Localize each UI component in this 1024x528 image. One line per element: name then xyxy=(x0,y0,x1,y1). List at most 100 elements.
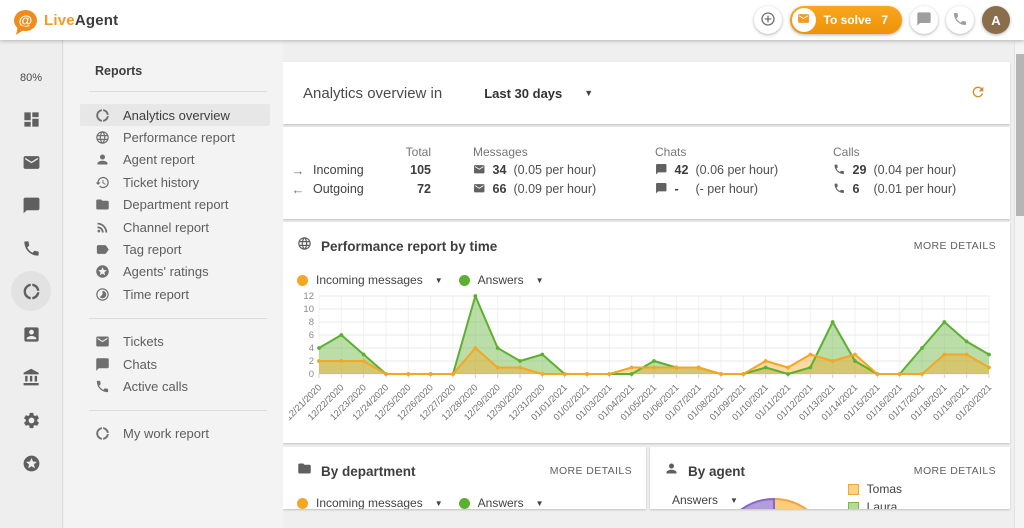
sidebar-item-ticket-history[interactable]: Ticket history xyxy=(80,171,270,193)
outgoing-calls-metric: 6 (0.01 per hour) xyxy=(833,182,1010,198)
star-circle-icon xyxy=(22,454,41,473)
date-range-select[interactable]: Last 30 days ▼ xyxy=(484,86,593,101)
outgoing-chats-metric: - (- per hour) xyxy=(655,182,833,198)
col-header-messages: Messages xyxy=(473,145,655,159)
sidebar-item-label: My work report xyxy=(123,426,209,441)
liveagent-logo[interactable]: @ LiveAgent xyxy=(14,10,118,31)
chevron-down-icon: ▼ xyxy=(584,88,593,98)
legend-dot xyxy=(459,275,470,286)
sidebar-item-tickets[interactable]: Tickets xyxy=(80,331,270,353)
incoming-messages-metric: 34 (0.05 per hour) xyxy=(473,163,655,179)
outgoing-arrow-icon: ← xyxy=(283,182,313,197)
legend-swatch xyxy=(848,484,859,495)
scrollbar-track[interactable] xyxy=(1014,42,1024,528)
chats-button[interactable] xyxy=(910,6,938,34)
row-label-incoming: Incoming xyxy=(313,163,391,177)
row-label-outgoing: Outgoing xyxy=(313,182,391,196)
time-icon xyxy=(95,286,111,302)
avatar[interactable]: A xyxy=(982,6,1010,34)
rail-item-dashboard[interactable] xyxy=(11,99,51,139)
sidebar-item-my-work-report[interactable]: My work report xyxy=(80,423,270,445)
incoming-arrow-icon: → xyxy=(283,163,313,178)
call-icon xyxy=(833,163,846,179)
card-title: Performance report by time xyxy=(321,239,497,254)
sidebar-item-tag-report[interactable]: Tag report xyxy=(80,238,270,260)
rail-item-bank[interactable] xyxy=(11,357,51,397)
rail-item-call[interactable] xyxy=(11,228,51,268)
rail-item-star-circle[interactable] xyxy=(11,443,51,483)
sidebar-item-label: Channel report xyxy=(123,220,209,235)
svg-text:8: 8 xyxy=(309,317,314,328)
left-rail: 80% xyxy=(0,40,63,528)
by-agent-card: By agent MORE DETAILS Answers ▼ Tomas La… xyxy=(650,447,1010,509)
to-solve-count: 7 xyxy=(881,13,888,27)
add-button[interactable] xyxy=(754,6,782,34)
sidebar-item-department-report[interactable]: Department report xyxy=(80,194,270,216)
rail-item-mail[interactable] xyxy=(11,142,51,182)
rail-item-donut[interactable] xyxy=(11,271,51,311)
calls-button[interactable] xyxy=(946,6,974,34)
agent-legend: Tomas Laura xyxy=(848,478,902,509)
sidebar-item-label: Agent report xyxy=(123,152,195,167)
topbar-actions: To solve 7 A xyxy=(754,6,1010,34)
chat-icon xyxy=(22,196,41,215)
sidebar-item-label: Agents' ratings xyxy=(123,264,209,279)
chevron-down-icon: ▼ xyxy=(435,276,443,285)
chat-icon xyxy=(95,356,111,372)
chevron-down-icon: ▼ xyxy=(536,499,544,508)
avatar-initial: A xyxy=(991,13,1000,28)
legend-dot xyxy=(297,498,308,509)
logo-text: LiveAgent xyxy=(44,12,118,29)
sidebar-item-label: Tickets xyxy=(123,334,164,349)
svg-text:10: 10 xyxy=(303,304,314,315)
rail-item-chat[interactable] xyxy=(11,185,51,225)
col-header-chats: Chats xyxy=(655,145,833,159)
outgoing-total: 72 xyxy=(391,182,441,196)
scrollbar-thumb[interactable] xyxy=(1016,54,1024,216)
chat-icon xyxy=(916,11,932,30)
sidebar-item-agent-report[interactable]: Agent report xyxy=(80,149,270,171)
legend-laura[interactable]: Laura xyxy=(848,500,902,509)
sidebar-item-chats[interactable]: Chats xyxy=(80,353,270,375)
sidebar-item-performance-report[interactable]: Performance report xyxy=(80,126,270,148)
by-department-card: By department MORE DETAILS Incoming mess… xyxy=(283,447,646,509)
incoming-chats-metric: 42 (0.06 per hour) xyxy=(655,163,833,179)
logo-bubble-icon: @ xyxy=(14,10,37,31)
pie-slice-purple[interactable] xyxy=(720,499,774,509)
main-content: Analytics overview in Last 30 days ▼ Tot… xyxy=(283,40,1010,527)
sidebar-item-active-calls[interactable]: Active calls xyxy=(80,375,270,397)
more-details-link[interactable]: MORE DETAILS xyxy=(914,465,996,477)
refresh-button[interactable] xyxy=(966,81,990,105)
legend-answers[interactable]: Answers ▼ xyxy=(459,496,544,509)
add-circle-icon xyxy=(760,11,776,30)
sidebar-item-label: Analytics overview xyxy=(123,108,230,123)
legend-tomas[interactable]: Tomas xyxy=(848,482,902,496)
pie-slice-tomas[interactable] xyxy=(774,499,830,509)
more-details-link[interactable]: MORE DETAILS xyxy=(914,240,996,252)
refresh-icon xyxy=(970,84,986,103)
sidebar-item-channel-report[interactable]: Channel report xyxy=(80,216,270,238)
more-details-link[interactable]: MORE DETAILS xyxy=(550,465,632,477)
chevron-down-icon: ▼ xyxy=(536,276,544,285)
sidebar-item-time-report[interactable]: Time report xyxy=(80,283,270,305)
legend-incoming-messages[interactable]: Incoming messages ▼ xyxy=(297,273,443,287)
chat-icon xyxy=(655,182,668,198)
usage-percent: 80% xyxy=(20,72,42,84)
to-solve-button[interactable]: To solve 7 xyxy=(790,6,902,34)
mail-icon xyxy=(95,334,111,350)
bottom-row: By department MORE DETAILS Incoming mess… xyxy=(283,447,1010,527)
legend-incoming-messages[interactable]: Incoming messages ▼ xyxy=(297,496,443,509)
sidebar-item-label: Tag report xyxy=(123,242,182,257)
sidebar-item-label: Chats xyxy=(123,357,157,372)
sidebar-item-analytics-overview[interactable]: Analytics overview xyxy=(80,104,270,126)
sidebar-item-agents-ratings[interactable]: Agents' ratings xyxy=(80,261,270,283)
date-range-value: Last 30 days xyxy=(484,86,562,101)
legend-answers[interactable]: Answers ▼ xyxy=(459,273,544,287)
globe-icon xyxy=(95,130,111,146)
rss-icon xyxy=(95,219,111,235)
page-title: Analytics overview in xyxy=(303,85,442,102)
rail-item-gear[interactable] xyxy=(11,400,51,440)
sidebar-item-label: Performance report xyxy=(123,130,235,145)
gear-icon xyxy=(22,411,41,430)
rail-item-contacts[interactable] xyxy=(11,314,51,354)
